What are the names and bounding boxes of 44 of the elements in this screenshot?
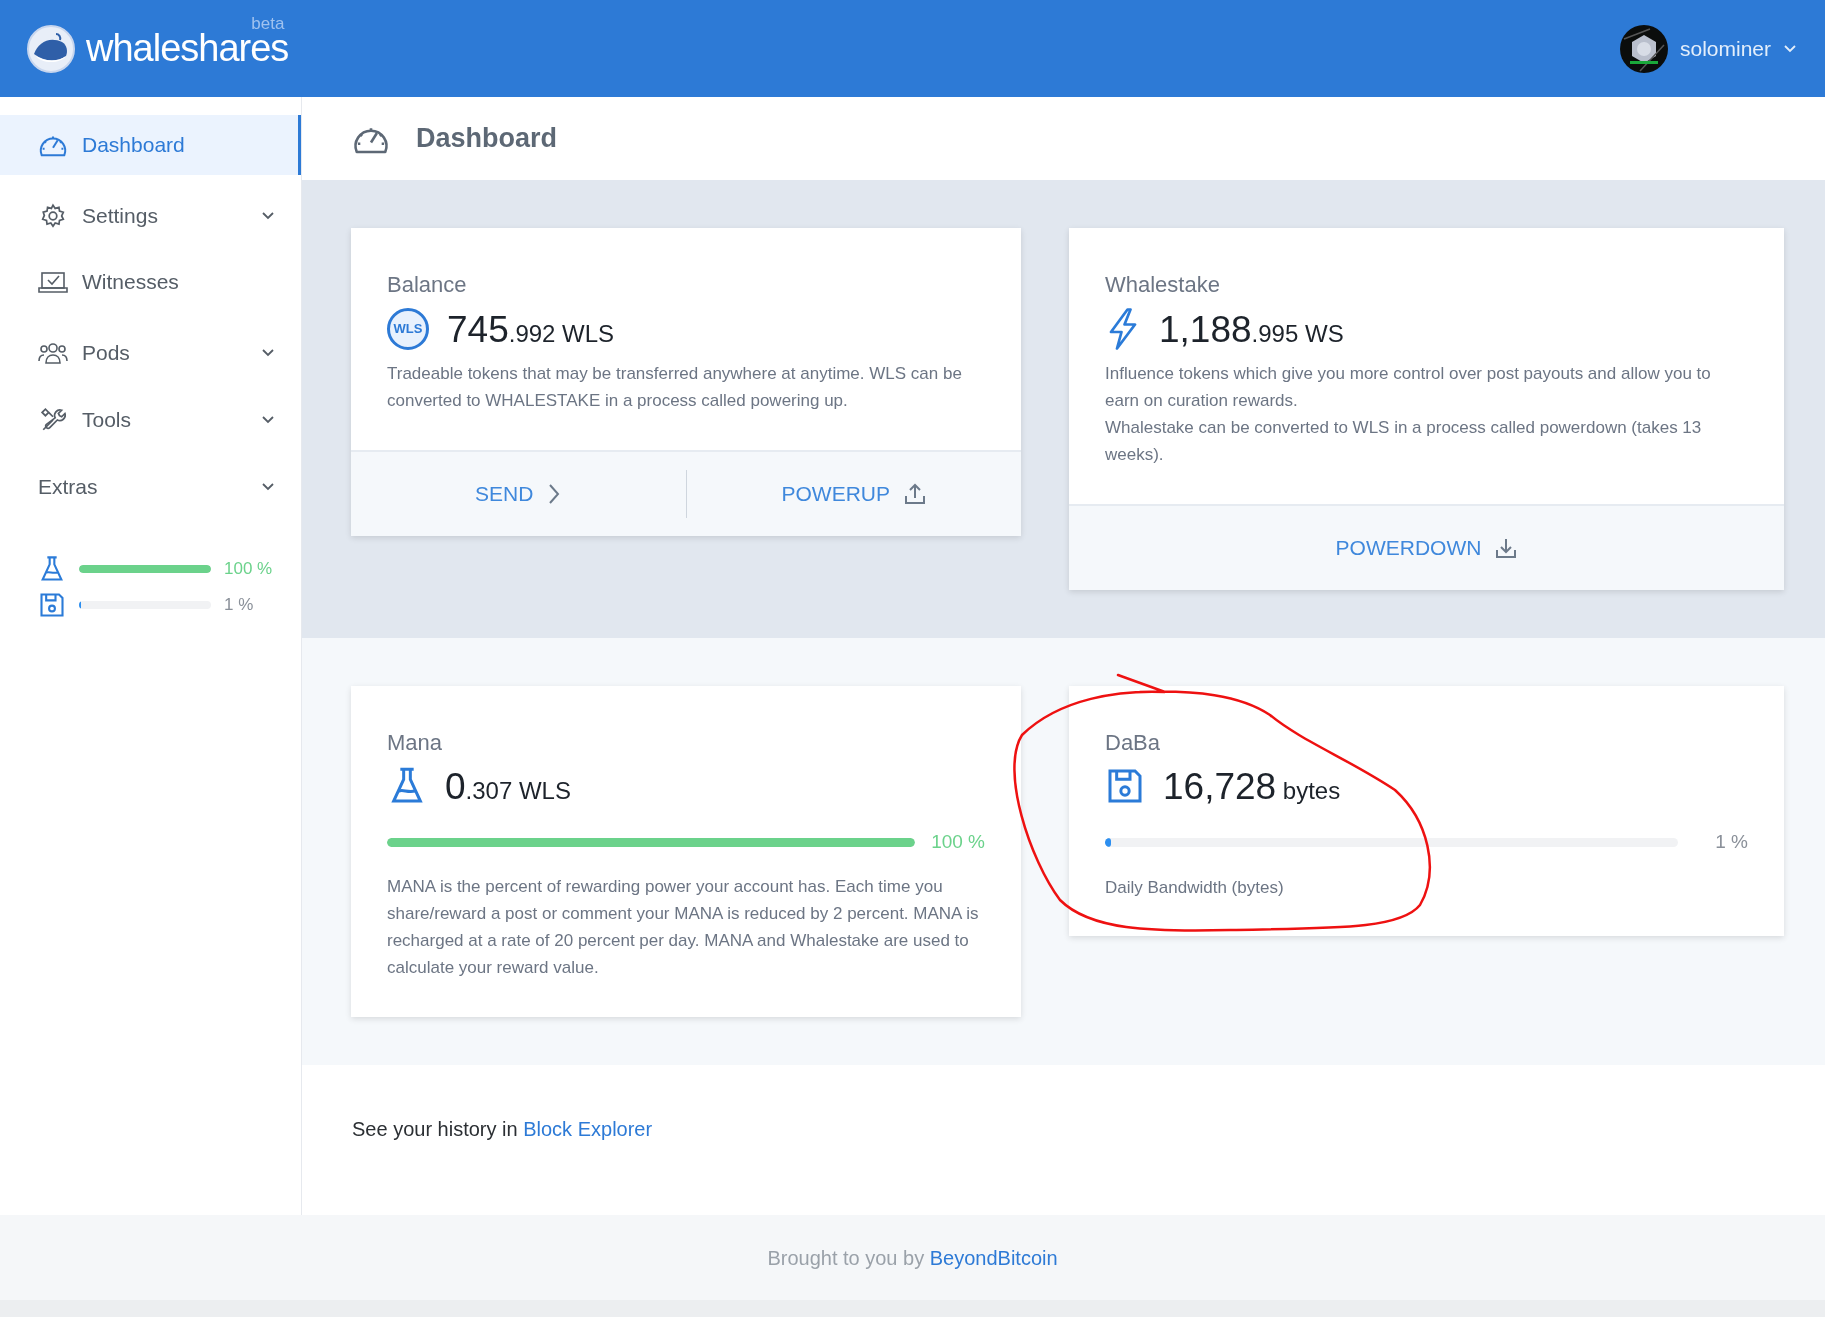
laptop-check-icon <box>38 270 68 294</box>
download-icon <box>1495 537 1518 559</box>
description: Tradeable tokens that may be transferred anywhere at anytime. WLS can be converted to WHALESTAKE in a process called powering up. <box>387 363 963 412</box>
settings-icon <box>40 203 66 229</box>
meter-reading: 1 % <box>224 594 254 617</box>
card-title: Mana <box>387 732 444 754</box>
description: Influence tokens which give you more control over post payouts and allow you to earn on curation rewards. <box>1105 363 1712 412</box>
footer-text: Brought to you by BeyondBitcoin <box>767 1245 1058 1271</box>
block-explorer-link[interactable]: Block Explorer <box>523 1117 653 1140</box>
upload-icon <box>904 483 926 505</box>
sidebar-item[interactable]: Settings <box>0 175 301 257</box>
sidebar-item[interactable]: Extras <box>0 441 301 533</box>
action-button[interactable]: SEND <box>475 478 562 510</box>
meter-reading: 100 % <box>224 558 273 581</box>
amount: 16,728 bytes <box>1163 767 1341 805</box>
people-icon <box>38 341 68 365</box>
tools-icon <box>40 407 66 433</box>
action-button[interactable]: POWERUP <box>781 478 926 510</box>
amount: 745.992 WLS <box>447 310 615 348</box>
flask-icon <box>38 555 66 583</box>
amount: 1,188.995 WS <box>1159 310 1344 348</box>
meter-reading: 100 % <box>930 830 985 854</box>
page-title: Dashboard <box>416 122 558 156</box>
sidebar-item[interactable]: Pods <box>0 307 301 399</box>
history-text: See your history in Block Explorer <box>352 1116 653 1142</box>
user-menu[interactable]: solominer <box>1619 24 1797 73</box>
chevron-right-icon <box>547 483 562 505</box>
action-button[interactable]: POWERDOWN <box>1335 532 1518 564</box>
sidebar-item[interactable]: Witnesses <box>0 257 301 307</box>
sidebar-item[interactable]: Dashboard <box>0 115 301 175</box>
card-title: Whalestake <box>1105 274 1221 296</box>
caption: Daily Bandwidth (bytes) <box>1105 876 1285 899</box>
footer-link[interactable]: BeyondBitcoin <box>929 1246 1058 1269</box>
amount: 0.307 WLS <box>445 767 571 805</box>
description: MANA is the percent of rewarding power your account has. Each time you share/reward a post or comment your MANA is reduced by 2 percent. MANA is recharged at a rate of 20 percent per day. MANA and Whalestake are used to calculate your reward value. <box>387 875 980 979</box>
whale-logo-icon <box>26 23 76 74</box>
card-title: Balance <box>387 274 468 296</box>
sidebar-item[interactable]: Tools <box>0 399 301 441</box>
meter-reading: 1 % <box>1714 830 1748 854</box>
description: Whalestake can be converted to WLS in a process called powerdown (takes 13 weeks). <box>1105 417 1703 466</box>
token-badge: WLS <box>387 308 429 350</box>
chevron-down-icon <box>1783 43 1797 54</box>
beta-label: beta <box>251 15 285 32</box>
card-title: DaBa <box>1105 732 1162 754</box>
